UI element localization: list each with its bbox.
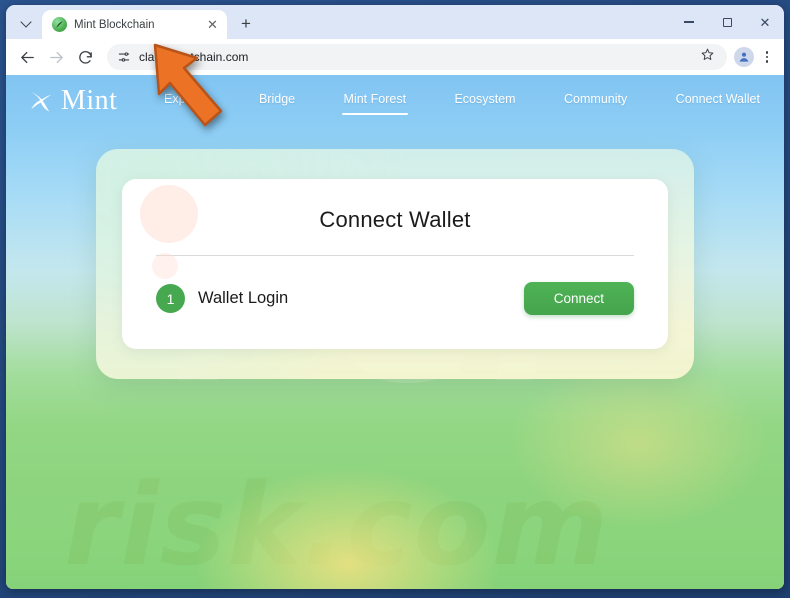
close-icon: ✕ [759,14,771,30]
brand-logo[interactable]: Mint [28,87,117,115]
card-divider [156,255,634,256]
nav-item-explorer[interactable]: Explorer [162,88,213,115]
close-icon[interactable]: ✕ [204,16,221,33]
three-dot-menu-icon [765,60,769,63]
arrow-right-icon [50,51,63,63]
step-number-badge: 1 [156,284,185,313]
browser-toolbar: claim-mintchain.com [6,39,784,75]
wallet-login-label: Wallet Login [198,289,289,307]
mint-leaf-logo [31,92,52,112]
site-navigation: Explorer Bridge Mint Forest Ecosystem Co… [162,88,762,115]
url-text: claim-mintchain.com [139,50,249,64]
brand-name: Mint [61,85,118,116]
nav-item-bridge[interactable]: Bridge [257,88,297,115]
browser-tab[interactable]: Mint Blockchain ✕ [42,10,227,39]
wallet-login-row: 1 Wallet Login Connect [156,282,634,315]
page-stage: Connect Wallet 1 Wallet Login Connect [6,127,784,379]
card-title: Connect Wallet [319,207,471,232]
nav-item-connect-wallet[interactable]: Connect Wallet [674,88,762,115]
connect-wallet-panel: Connect Wallet 1 Wallet Login Connect [96,149,694,379]
page-viewport: PCr risk.com Mint Explorer Bridge Mint F… [6,75,784,589]
mint-leaf-favicon [52,17,67,32]
watermark-bottom-text: risk.com [64,461,610,589]
forward-button[interactable] [43,44,70,71]
profile-button[interactable] [734,47,754,67]
maximize-button[interactable] [708,5,746,39]
background-glow-secondary [508,359,769,529]
close-window-button[interactable]: ✕ [746,5,784,39]
tab-search-button[interactable] [13,10,39,34]
background-glow [198,469,499,589]
nav-item-community[interactable]: Community [562,88,629,115]
site-header: Mint Explorer Bridge Mint Forest Ecosyst… [6,75,784,127]
reload-icon [79,50,92,64]
connect-wallet-card: Connect Wallet 1 Wallet Login Connect [122,179,668,349]
reload-button[interactable] [72,44,99,71]
decorative-blob-small [152,253,178,279]
minimize-icon [684,21,694,23]
browser-menu-button[interactable] [756,45,778,69]
minimize-button[interactable] [670,5,708,39]
star-icon [701,48,714,60]
three-dot-menu-icon [765,55,769,59]
address-bar[interactable]: claim-mintchain.com [107,44,727,70]
window-controls: ✕ [670,5,784,39]
chevron-down-icon [22,18,31,27]
browser-window: Mint Blockchain ✕ + ✕ claim-mintchain.co… [6,5,784,589]
tab-strip: Mint Blockchain ✕ + ✕ [6,5,784,39]
bookmark-button[interactable] [700,47,715,67]
nav-item-ecosystem[interactable]: Ecosystem [452,88,517,115]
desktop-background: Mint Blockchain ✕ + ✕ claim-mintchain.co… [0,0,790,598]
nav-item-mint-forest[interactable]: Mint Forest [341,88,409,115]
maximize-icon [722,17,732,27]
tab-title: Mint Blockchain [74,18,155,31]
back-button[interactable] [14,44,41,71]
profile-avatar-icon [739,52,749,62]
three-dot-menu-icon [765,51,769,54]
tune-sliders-icon [118,52,130,62]
connect-button[interactable]: Connect [523,282,634,315]
new-tab-button[interactable]: + [233,10,259,36]
arrow-left-icon [21,51,34,63]
